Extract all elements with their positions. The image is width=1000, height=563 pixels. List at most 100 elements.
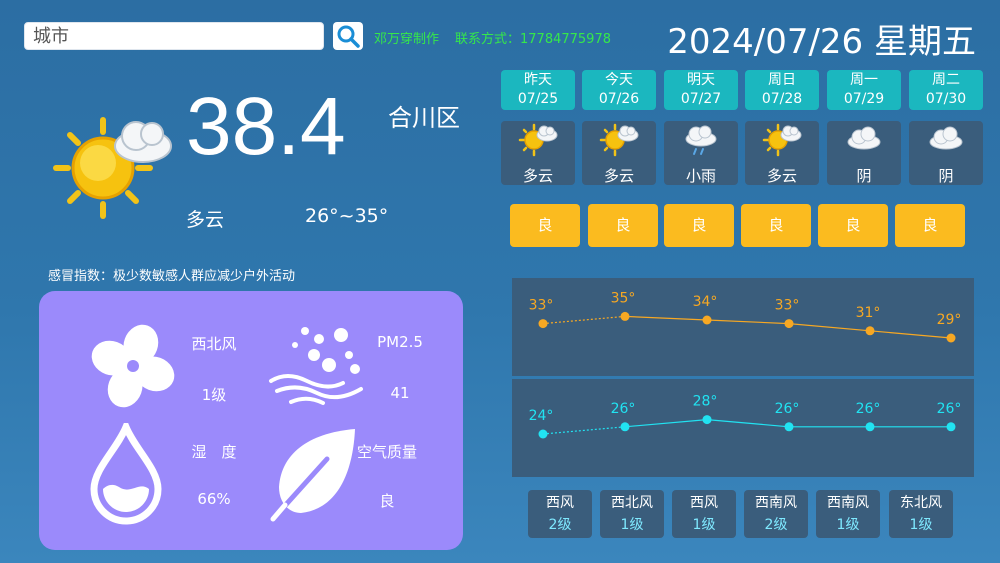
wind-level: 2级 [548, 517, 572, 533]
day-header: 今天 07/26 [582, 70, 656, 110]
day-header: 昨天 07/25 [501, 70, 575, 110]
sun-cloud-icon [48, 108, 178, 227]
high-temp-label: 33° [775, 298, 800, 314]
details-panel: 西北风 1级 PM2.5 41 湿 度 66% 空气质量 良 [39, 291, 463, 550]
low-temp-label: 26° [856, 401, 881, 417]
aqi-badge: 良 [664, 204, 734, 247]
condition-text: 阴 [856, 167, 872, 185]
current-condition: 多云 [186, 209, 225, 231]
current-temperature: 38.4 [186, 81, 346, 172]
high-temp-label: 29° [937, 312, 962, 328]
day-wind: 东北风 1级 [889, 490, 953, 538]
cold-index: 感冒指数：极少数敏感人群应减少户外活动 [48, 269, 296, 284]
high-temp-point [784, 319, 794, 329]
rain-cloud-icon [681, 123, 721, 161]
aqi-badge: 良 [818, 204, 888, 247]
day-wind: 西风 2级 [528, 490, 592, 538]
wind-level: 2级 [764, 517, 788, 533]
day-date: 07/25 [517, 91, 559, 107]
wind-direction: 西北风 [611, 495, 653, 511]
search-icon [337, 25, 360, 48]
day-header: 明天 07/27 [664, 70, 738, 110]
high-temp-point [865, 326, 875, 336]
day-header: 周一 07/29 [827, 70, 901, 110]
low-temp-segment [542, 426, 626, 435]
low-temp-label: 26° [937, 401, 962, 417]
high-temp-segment [788, 323, 871, 332]
wind-level: 1级 [909, 517, 933, 533]
current-temp-range: 26°~35° [305, 205, 389, 227]
day-condition: 多云 [582, 121, 656, 185]
day-date: 07/29 [843, 91, 885, 107]
date-title: 2024/07/26 星期五 [667, 22, 976, 62]
search-input[interactable] [25, 23, 323, 49]
condition-text: 多云 [766, 167, 797, 185]
aqi-badge: 良 [588, 204, 658, 247]
temperature-chart: 33° 35° 34° 33° 31° 29° 24° 26° 28° 26° 26° 26° [529, 290, 962, 439]
high-temp-point [538, 319, 548, 329]
wind-direction: 西北风 [191, 335, 237, 353]
high-temp-label: 35° [611, 290, 636, 306]
high-temp-segment [706, 319, 790, 325]
search-button[interactable] [333, 22, 363, 50]
wind-direction: 西南风 [755, 495, 797, 511]
day-name: 周二 [932, 72, 960, 88]
wind-direction: 西风 [690, 495, 718, 511]
wind-level: 1级 [620, 517, 644, 533]
humidity-label: 湿 度 [191, 443, 237, 461]
low-temp-segment [624, 419, 708, 428]
day-name: 明天 [687, 72, 715, 88]
sun-cloud-icon [599, 123, 639, 161]
day-name: 周日 [768, 72, 796, 88]
wind-level: 1级 [692, 517, 716, 533]
wind-direction: 西南风 [827, 495, 869, 511]
high-temp-label: 34° [693, 294, 718, 310]
low-temp-point [865, 422, 875, 432]
pm25-label: PM2.5 [377, 333, 423, 351]
day-date: 07/26 [598, 91, 640, 107]
low-temp-point [538, 429, 548, 439]
low-temp-segment [706, 419, 790, 428]
district-name: 合川区 [388, 104, 460, 132]
search-field[interactable] [24, 22, 324, 50]
leaf-icon [267, 425, 359, 527]
day-condition: 多云 [501, 121, 575, 185]
condition-text: 小雨 [685, 167, 716, 185]
high-temp-segment [624, 315, 708, 321]
day-wind: 西风 1级 [672, 490, 736, 538]
fan-icon [85, 323, 181, 413]
low-temp-label: 28° [693, 394, 718, 410]
wind-level: 1级 [201, 386, 227, 404]
cloud-icon [926, 123, 966, 161]
day-condition: 小雨 [664, 121, 738, 185]
dust-icon [267, 323, 367, 413]
low-temp-label: 26° [611, 401, 636, 417]
day-condition: 多云 [745, 121, 819, 185]
condition-text: 阴 [938, 167, 954, 185]
pm25-value: 41 [390, 384, 410, 402]
high-temp-label: 33° [529, 298, 554, 314]
high-temp-point [946, 333, 956, 343]
day-header: 周二 07/30 [909, 70, 983, 110]
day-date: 07/28 [761, 91, 803, 107]
wind-level: 1级 [836, 517, 860, 533]
day-date: 07/30 [925, 91, 967, 107]
day-wind: 西南风 2级 [744, 490, 808, 538]
high-temp-segment [542, 315, 626, 325]
low-temp-point [784, 422, 794, 432]
high-temp-segment [869, 330, 952, 339]
water-drop-icon [89, 417, 163, 529]
day-condition: 阴 [827, 121, 901, 185]
day-wind: 西北风 1级 [600, 490, 664, 538]
day-condition: 阴 [909, 121, 983, 185]
aqi-badge: 良 [510, 204, 580, 247]
air-quality-value: 良 [379, 492, 395, 510]
high-temp-label: 31° [856, 305, 881, 321]
low-temp-label: 26° [775, 401, 800, 417]
aqi-badge: 良 [741, 204, 811, 247]
air-quality-label: 空气质量 [356, 443, 417, 461]
high-temp-point [702, 315, 712, 325]
condition-text: 多云 [522, 167, 553, 185]
sun-cloud-icon [518, 123, 558, 161]
day-name: 昨天 [524, 72, 552, 88]
